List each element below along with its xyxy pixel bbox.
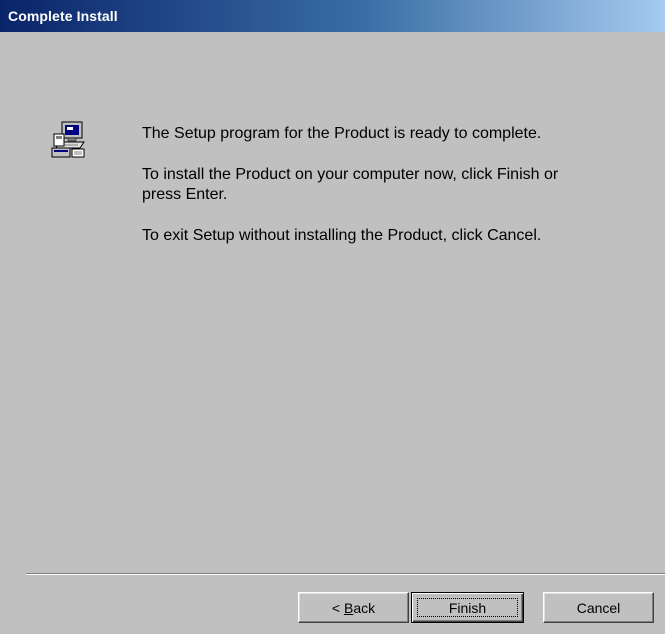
back-arrow-text: < (331, 599, 344, 616)
back-accelerator: B (343, 599, 354, 616)
cancel-button[interactable]: Cancel (543, 592, 654, 623)
window-title: Complete Install (8, 8, 118, 24)
message-ready: The Setup program for the Product is rea… (142, 125, 542, 142)
setup-dialog: Complete Install The Setup program for t… (0, 0, 665, 634)
back-label-rest: ack (353, 599, 376, 616)
setup-computer-icon (50, 120, 90, 160)
back-button-label: < Back (332, 600, 375, 616)
finish-button-label: Finish (448, 599, 487, 616)
message-area: The Setup program for the Product is rea… (142, 124, 562, 267)
button-divider (26, 573, 665, 575)
finish-button[interactable]: Finish (411, 592, 524, 623)
message-install: To install the Product on your computer … (142, 166, 559, 203)
back-button[interactable]: < Back (298, 592, 409, 623)
cancel-button-label: Cancel (576, 599, 621, 616)
title-bar[interactable]: Complete Install (0, 0, 665, 32)
message-exit: To exit Setup without installing the Pro… (142, 227, 542, 244)
